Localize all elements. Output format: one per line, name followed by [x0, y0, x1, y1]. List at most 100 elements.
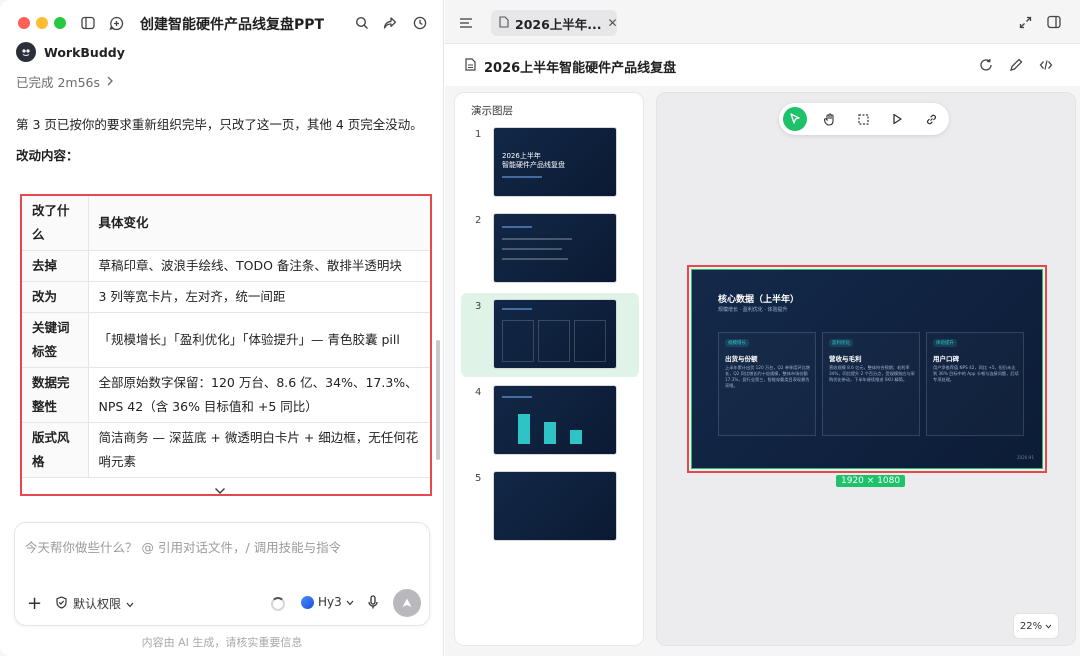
conversation-title: 创建智能硬件产品线复盘PPT	[140, 17, 325, 33]
frame-tool-icon[interactable]	[851, 107, 875, 131]
model-label: Hy3	[318, 595, 342, 609]
table-header-row: 改了什么 具体变化	[22, 196, 430, 251]
workbuddy-logo-icon	[16, 42, 36, 62]
edit-icon[interactable]	[1009, 57, 1023, 76]
ai-disclaimer: 内容由 AI 生成，请核实重要信息	[141, 636, 303, 649]
chat-input-placeholder[interactable]: 今天帮你做些什么？ @ 引用对话文件，/ 调用技能与指令	[25, 537, 341, 556]
slide-canvas[interactable]: 核心数据（上半年） 规模增长 · 盈利优化 · 体验提升 规模增长 出货与份额 …	[656, 92, 1076, 646]
maximize-window-button[interactable]	[54, 17, 66, 29]
card-body: 上半年累计出货 120 万台，Q2 单季度环比增长，Q2 同比增长约十倍规模，整…	[725, 365, 810, 388]
new-chat-icon[interactable]	[106, 13, 126, 33]
table-row: 版式风格 简洁商务 — 深蓝底 + 微透明白卡片 + 细边框，无任何花哨元素	[22, 422, 430, 478]
play-icon[interactable]	[885, 107, 909, 131]
menu-icon[interactable]	[459, 14, 473, 33]
send-button[interactable]	[393, 589, 421, 617]
document-title-text: 2026上半年智能硬件产品线复盘	[484, 61, 677, 76]
changes-table: 改了什么 具体变化 去掉 草稿印章、波浪手绘线、TODO 备注条、散排半透明块 …	[20, 194, 432, 496]
completion-status[interactable]: 已完成 2m56s	[16, 72, 114, 91]
changes-heading: 改动内容：	[16, 148, 79, 163]
permission-label: 默认权限	[73, 597, 122, 611]
select-tool-icon[interactable]	[783, 107, 807, 131]
expand-icon[interactable]	[1019, 14, 1032, 33]
completion-status-text: 已完成 2m56s	[16, 75, 101, 90]
keyword-pill: 盈利优化	[829, 339, 853, 347]
chevron-down-icon	[346, 595, 354, 609]
slide-number: 2	[475, 215, 482, 226]
table-row: 去掉 草稿印章、波浪手绘线、TODO 备注条、散排半透明块	[22, 250, 430, 282]
table-row: 改为 3 列等宽卡片，左对齐，统一间距	[22, 281, 430, 313]
chevron-right-icon	[106, 74, 114, 89]
slide-thumbnail-2[interactable]: 2	[461, 207, 639, 291]
document-file-icon	[465, 58, 476, 75]
slide-preview	[493, 213, 617, 283]
slide-subheading: 规模增长 · 盈利优化 · 体验提升	[718, 307, 788, 313]
slide-card-3[interactable]: 体验提升 用户口碑 用户净推荐值 NPS 42，同比 +5，但仍未达到 36% …	[926, 332, 1024, 436]
zoom-dropdown[interactable]: 22%	[1013, 613, 1059, 639]
slide-heading: 核心数据（上半年）	[718, 295, 800, 305]
send-arrow-icon	[402, 598, 412, 607]
add-attachment-icon[interactable]: +	[27, 593, 42, 614]
table-cell: 改为	[22, 281, 89, 313]
thumbnails-title: 演示图层	[471, 105, 513, 117]
slide-number: 5	[475, 473, 482, 484]
slide-preview	[493, 471, 617, 541]
chat-input-box[interactable]: 今天帮你做些什么？ @ 引用对话文件，/ 调用技能与指令 + 默认权限 Hy3	[14, 522, 430, 626]
model-globe-icon	[301, 595, 314, 609]
table-cell: 全部原始数字保留：120 万台、8.6 亿、34%、17.3%、NPS 42（含…	[88, 367, 430, 423]
code-view-icon[interactable]	[1039, 57, 1053, 76]
slide-card-2[interactable]: 盈利优化 营收与毛利 营收规模 8.6 亿元，整体符合预期；毛利率 34%，同比…	[822, 332, 920, 436]
file-tab-label: 2026上半年...	[515, 16, 602, 32]
chat-pane: 创建智能硬件产品线复盘PPT WorkBuddy 已完成 2m56s 第 3 页…	[0, 0, 444, 656]
card-title: 营收与毛利	[829, 355, 862, 363]
minimize-window-button[interactable]	[36, 17, 48, 29]
model-selector[interactable]: Hy3	[301, 595, 354, 609]
card-title: 用户口碑	[933, 355, 959, 363]
sidebar-toggle-icon[interactable]	[78, 13, 98, 33]
microphone-icon[interactable]	[367, 595, 379, 614]
card-title: 出货与份额	[725, 355, 758, 363]
slide-number: 3	[475, 301, 482, 312]
title-bar: 创建智能硬件产品线复盘PPT	[0, 0, 444, 46]
column-header: 具体变化	[88, 196, 430, 251]
close-window-button[interactable]	[18, 17, 30, 29]
agent-name: WorkBuddy	[44, 44, 125, 60]
slide-thumbnail-1[interactable]: 1 2026上半年 智能硬件产品线复盘	[461, 121, 639, 205]
zoom-level: 22%	[1019, 620, 1043, 632]
current-slide-frame[interactable]: 核心数据（上半年） 规模增长 · 盈利优化 · 体验提升 规模增长 出货与份额 …	[687, 265, 1047, 473]
card-body: 用户净推荐值 NPS 42，同比 +5，但仍未达到 36% 目标中的 App 卡…	[933, 365, 1019, 382]
keyword-pill: 体验提升	[933, 339, 957, 347]
preview-tab-bar: 2026上半年... ✕	[445, 0, 1080, 44]
slide-thumbnail-3[interactable]: 3	[461, 293, 639, 377]
slide-corner-label: 2026 H1	[1016, 455, 1034, 460]
table-cell: 3 列等宽卡片，左对齐，统一间距	[88, 281, 430, 313]
agent-header: WorkBuddy	[16, 42, 125, 62]
slide-preview: 2026上半年 智能硬件产品线复盘	[493, 127, 617, 197]
slide-dimensions-badge: 1920 × 1080	[836, 475, 906, 487]
permission-dropdown[interactable]: 默认权限	[55, 595, 134, 612]
close-tab-icon[interactable]: ✕	[608, 16, 618, 30]
table-cell: 关键词标签	[22, 312, 89, 368]
chat-scrollbar[interactable]	[436, 340, 440, 460]
scroll-down-chevron-icon[interactable]	[214, 480, 226, 499]
hand-tool-icon[interactable]	[817, 107, 841, 131]
refresh-icon[interactable]	[979, 57, 993, 76]
share-icon[interactable]	[380, 13, 400, 33]
slide-preview	[493, 385, 617, 455]
table-cell: 版式风格	[22, 422, 89, 478]
table-row: 关键词标签 「规模增长」「盈利优化」「体验提升」— 青色胶囊 pill	[22, 312, 430, 368]
slide-thumbnail-5[interactable]: 5	[461, 465, 639, 549]
history-icon[interactable]	[410, 13, 430, 33]
file-tab[interactable]: 2026上半年... ✕	[491, 10, 618, 36]
document-title: 2026上半年智能硬件产品线复盘	[465, 57, 676, 76]
chevron-down-icon	[126, 597, 134, 611]
panel-toggle-icon[interactable]	[1047, 14, 1061, 33]
link-icon[interactable]	[919, 107, 943, 131]
table-cell: 简洁商务 — 深蓝底 + 微透明白卡片 + 细边框，无任何花哨元素	[88, 422, 430, 478]
column-header: 改了什么	[22, 196, 89, 251]
preview-pane: 2026上半年... ✕ 2026上半年智能硬件产品线复盘 演示图层 1 202…	[445, 0, 1080, 656]
slide-thumbnail-4[interactable]: 4	[461, 379, 639, 463]
slide-card-1[interactable]: 规模增长 出货与份额 上半年累计出货 120 万台，Q2 单季度环比增长，Q2 …	[718, 332, 816, 436]
current-slide[interactable]: 核心数据（上半年） 规模增长 · 盈利优化 · 体验提升 规模增长 出货与份额 …	[691, 269, 1043, 469]
table-row: 数据完整性 全部原始数字保留：120 万台、8.6 亿、34%、17.3%、NP…	[22, 367, 430, 423]
search-icon[interactable]	[352, 13, 372, 33]
